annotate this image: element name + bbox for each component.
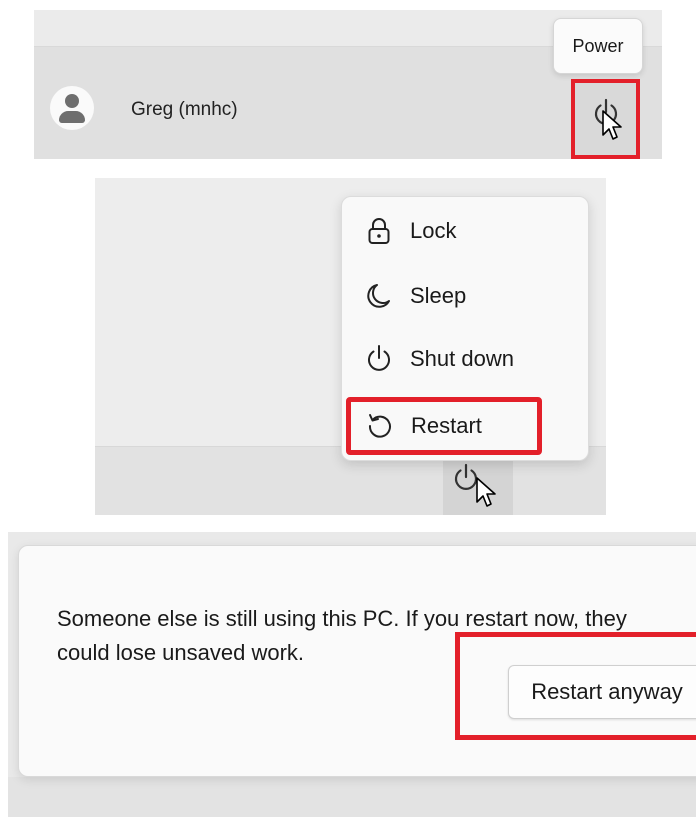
lock-icon xyxy=(354,217,404,245)
power-icon xyxy=(354,344,404,374)
power-tooltip: Power xyxy=(553,18,643,74)
start-menu-user-bar: Greg (mnhc) Power xyxy=(34,10,662,159)
power-button[interactable] xyxy=(571,79,640,159)
power-menu-panel: Lock Sleep Shut down Restart xyxy=(95,178,606,515)
menu-item-label: Restart xyxy=(411,413,482,438)
restart-anyway-button[interactable]: Restart anyway xyxy=(508,665,696,719)
restart-warning-dialog: Someone else is still using this PC. If … xyxy=(18,545,696,777)
username-label[interactable]: Greg (mnhc) xyxy=(131,99,238,121)
menu-item-label: Lock xyxy=(410,218,457,243)
moon-icon xyxy=(354,282,404,310)
menu-item-sleep[interactable]: Sleep xyxy=(350,268,580,324)
menu-item-label: Shut down xyxy=(410,346,514,371)
menu-item-restart[interactable]: Restart xyxy=(346,397,542,455)
power-menu: Lock Sleep Shut down Restart xyxy=(341,196,589,461)
menu-item-label: Sleep xyxy=(410,283,467,308)
menu-item-shut-down[interactable]: Shut down xyxy=(350,331,580,387)
restart-icon xyxy=(355,412,405,440)
menu-item-lock[interactable]: Lock xyxy=(350,203,580,259)
user-avatar-icon[interactable] xyxy=(50,86,94,130)
mouse-cursor-icon xyxy=(602,110,622,140)
dialog-bottom-bar xyxy=(8,777,696,817)
restart-warning-panel: Someone else is still using this PC. If … xyxy=(8,532,696,817)
restart-anyway-highlight: Restart anyway xyxy=(455,632,696,740)
mouse-cursor-icon xyxy=(476,477,496,507)
